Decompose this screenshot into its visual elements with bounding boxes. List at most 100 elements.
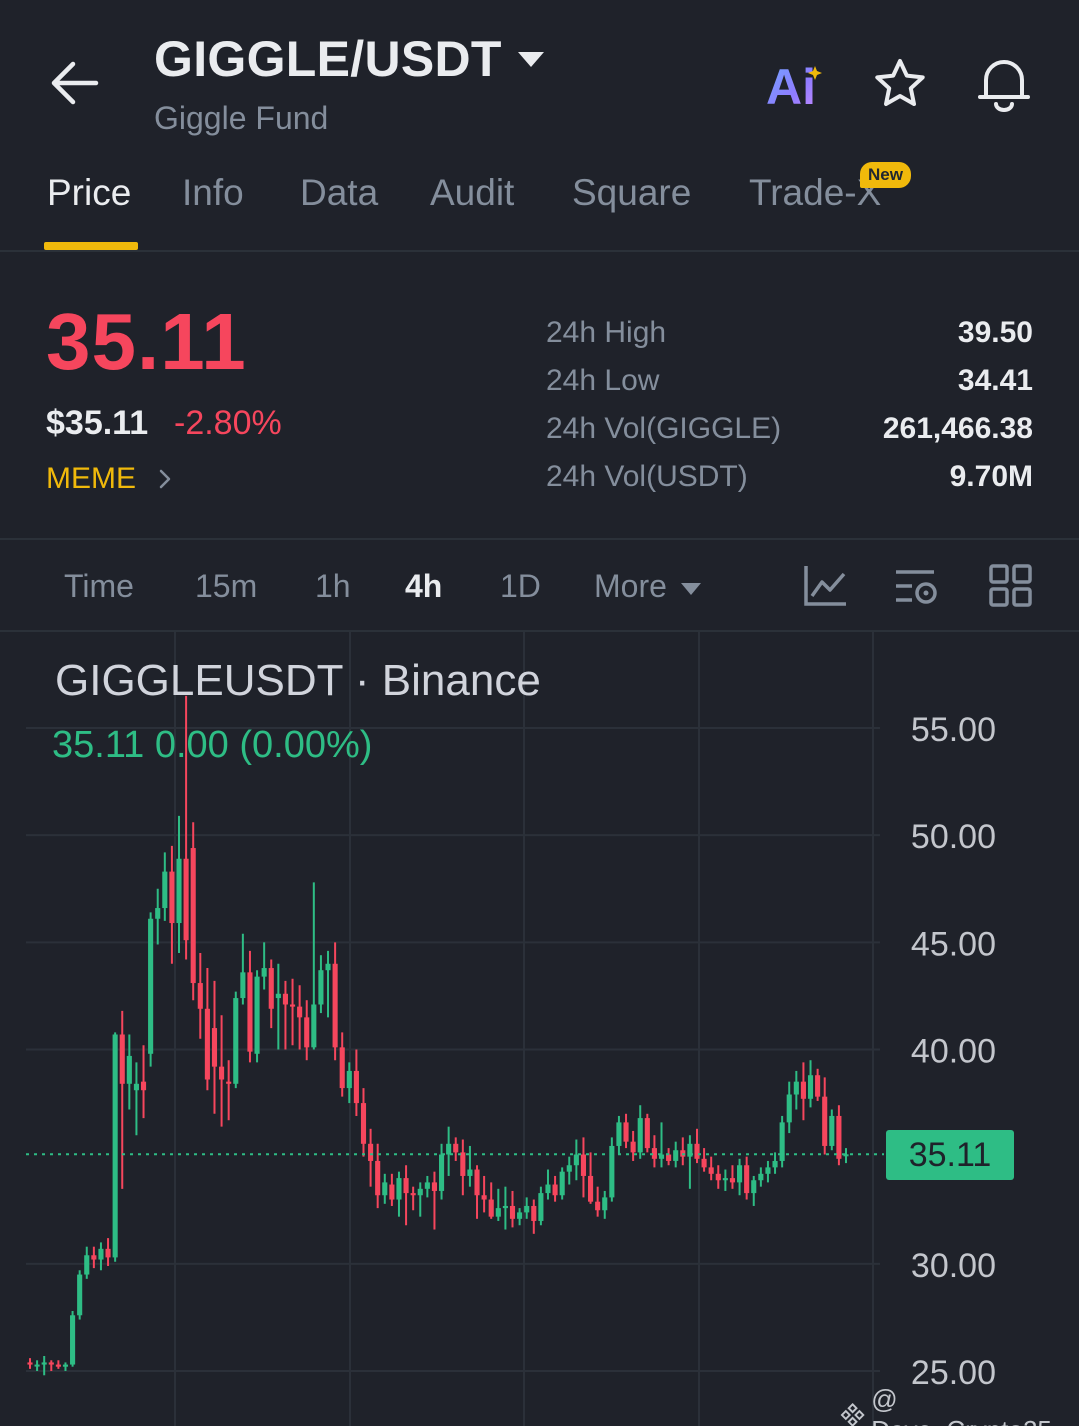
- candle-body: [623, 1122, 629, 1142]
- stat-24h-vol-giggle-label: 24h Vol(GIGGLE): [546, 412, 782, 445]
- interval-more[interactable]: More: [594, 568, 701, 605]
- chevron-right-icon: [159, 469, 171, 489]
- candle-body: [41, 1362, 47, 1365]
- interval-more-label: More: [594, 568, 667, 604]
- candle-body: [744, 1165, 750, 1194]
- category-tag[interactable]: MEME: [46, 462, 176, 496]
- candle-body: [836, 1115, 842, 1159]
- candle-body: [197, 983, 203, 1009]
- candle-body: [268, 968, 274, 1009]
- tab-audit[interactable]: Audit: [430, 172, 514, 214]
- candle-body: [353, 1070, 359, 1104]
- candle-body: [48, 1362, 54, 1365]
- stat-24h-high-label: 24h High: [546, 316, 667, 349]
- indicator-chart-icon[interactable]: [802, 564, 848, 608]
- stat-24h-vol-usdt-label: 24h Vol(USDT): [546, 460, 748, 493]
- candle-body: [91, 1255, 97, 1260]
- y-axis-tick-label: 30.00: [911, 1247, 996, 1285]
- candle-body: [204, 1008, 210, 1080]
- candle-body: [722, 1178, 728, 1181]
- binance-logo-icon: [840, 1402, 865, 1426]
- candle-body: [602, 1197, 608, 1211]
- pair-selector[interactable]: GIGGLE/USDT: [154, 30, 544, 88]
- candle-body: [666, 1154, 672, 1161]
- candle-body: [595, 1201, 601, 1211]
- candle-body: [729, 1178, 736, 1183]
- tab-bar: Price Info Data Audit Square Trade-X: [0, 172, 1079, 252]
- stat-24h-low-value: 34.41: [957, 364, 1033, 397]
- candle-body: [126, 1055, 132, 1084]
- watermark: @ Dave_Crypto25: [840, 1384, 1079, 1426]
- interval-1h[interactable]: 1h: [315, 568, 351, 605]
- candle-body: [396, 1178, 402, 1200]
- candle-body: [737, 1165, 743, 1183]
- tab-price[interactable]: Price: [47, 172, 131, 214]
- candle-body: [573, 1154, 579, 1166]
- candle-body: [261, 968, 267, 977]
- candle-body: [538, 1193, 544, 1221]
- candle-body: [509, 1205, 516, 1219]
- candle-body: [552, 1184, 558, 1196]
- candle-body: [98, 1248, 104, 1260]
- grid-layout-icon[interactable]: [988, 564, 1034, 608]
- candle-body: [176, 858, 182, 924]
- active-tab-indicator: [44, 242, 138, 250]
- candle-body: [332, 963, 338, 1048]
- token-full-name: Giggle Fund: [154, 100, 329, 136]
- candle-body: [502, 1205, 508, 1209]
- last-price: 35.11: [46, 297, 247, 386]
- candle-body: [360, 1103, 367, 1144]
- candle-body: [282, 993, 288, 1005]
- interval-time[interactable]: Time: [64, 568, 134, 605]
- candle-body: [62, 1364, 69, 1367]
- ai-icon[interactable]: Ai: [764, 58, 826, 115]
- interval-4h[interactable]: 4h: [405, 568, 442, 605]
- candle-body: [226, 1081, 232, 1084]
- tab-data[interactable]: Data: [300, 172, 378, 214]
- candle-body: [460, 1152, 466, 1176]
- bell-icon[interactable]: [976, 54, 1032, 112]
- candle-body: [708, 1167, 714, 1174]
- star-icon[interactable]: [872, 56, 928, 112]
- y-axis-tick-label: 55.00: [911, 711, 996, 749]
- interval-15m[interactable]: 15m: [195, 568, 257, 605]
- stat-24h-vol-giggle-value: 261,466.38: [882, 412, 1033, 445]
- candle-body: [580, 1154, 587, 1176]
- candle-body: [112, 1034, 118, 1258]
- candle-body: [318, 970, 324, 1005]
- candle-body: [474, 1169, 480, 1196]
- candle-body: [637, 1118, 643, 1153]
- candle-body: [233, 998, 239, 1084]
- candle-body: [588, 1175, 594, 1202]
- candle-body: [517, 1212, 523, 1219]
- candle-body: [822, 1096, 828, 1146]
- candle-body: [27, 1362, 33, 1365]
- candle-body: [311, 1004, 317, 1048]
- candle-body: [34, 1364, 40, 1367]
- candle-body: [105, 1248, 111, 1258]
- interval-1d[interactable]: 1D: [500, 568, 541, 605]
- candle-body: [531, 1205, 537, 1221]
- candle-body: [545, 1184, 551, 1194]
- candle-body: [275, 993, 281, 999]
- candle-body: [403, 1178, 409, 1194]
- candle-body: [488, 1199, 494, 1217]
- candle-body: [368, 1143, 374, 1161]
- candle-body: [524, 1205, 530, 1213]
- back-arrow-icon[interactable]: [50, 60, 100, 106]
- candle-body: [382, 1182, 388, 1196]
- chart-settings-icon[interactable]: [894, 564, 940, 608]
- candle-body: [410, 1193, 416, 1196]
- price-change-percent: -2.80%: [174, 404, 282, 442]
- tab-square[interactable]: Square: [572, 172, 691, 214]
- candle-body: [375, 1160, 381, 1196]
- candle-body: [793, 1081, 799, 1095]
- chevron-down-icon: [517, 51, 544, 67]
- candle-body: [240, 972, 246, 999]
- tab-info[interactable]: Info: [182, 172, 244, 214]
- y-axis-tick-label: 50.00: [911, 818, 996, 856]
- candle-body: [219, 1066, 225, 1080]
- candle-body: [254, 976, 260, 1054]
- stat-24h-low-label: 24h Low: [546, 364, 660, 397]
- candle-body: [644, 1118, 650, 1149]
